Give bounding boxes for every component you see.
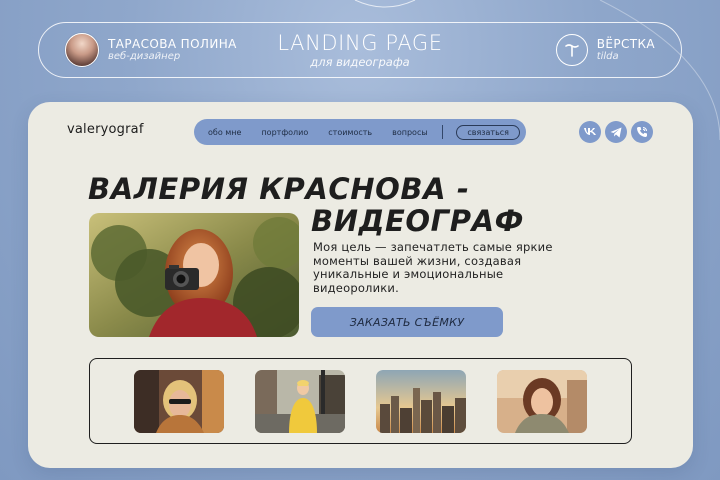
nav-item-pricing[interactable]: стоимость [328,128,372,137]
order-shoot-button[interactable]: ЗАКАЗАТЬ СЪЁМКУ [311,307,503,337]
gallery-thumb[interactable] [255,370,345,433]
tilda-logo-icon [555,34,588,66]
phone-icon[interactable] [631,121,653,143]
nav-item-portfolio[interactable]: портфолио [261,128,308,137]
hero-headline-line1: ВАЛЕРИЯ КРАСНОВА - [88,172,470,206]
nav-item-faq[interactable]: вопросы [392,128,428,137]
contact-button[interactable]: связаться [456,124,520,140]
nav-item-about[interactable]: обо мне [208,128,241,137]
site-logo[interactable]: valeryograf [67,122,144,137]
tool-name: ВЁРСТКА [596,37,655,51]
portfolio-gallery [89,358,632,444]
social-links [579,121,653,143]
tool-sub: tilda [596,51,619,62]
site-nav: обо мне портфолио стоимость вопросы связ… [194,119,526,145]
tool-block: ВЁРСТКА tilda [555,34,655,66]
hero-headline-line2: ВИДЕОГРАФ [311,204,525,238]
presentation-header: ТАРАСОВА ПОЛИНА веб-дизайнер LANDING PAG… [38,22,682,78]
hero-description: Моя цель — запечатлеть самые яркие момен… [313,240,553,295]
gallery-thumb[interactable] [376,370,466,433]
gallery-thumb[interactable] [134,370,224,433]
gallery-thumb[interactable] [497,370,587,433]
hero-photo [89,213,299,337]
vk-icon[interactable] [579,121,601,143]
telegram-icon[interactable] [605,121,627,143]
nav-divider [441,125,443,139]
landing-preview-card: valeryograf обо мне портфолио стоимость … [28,102,693,468]
